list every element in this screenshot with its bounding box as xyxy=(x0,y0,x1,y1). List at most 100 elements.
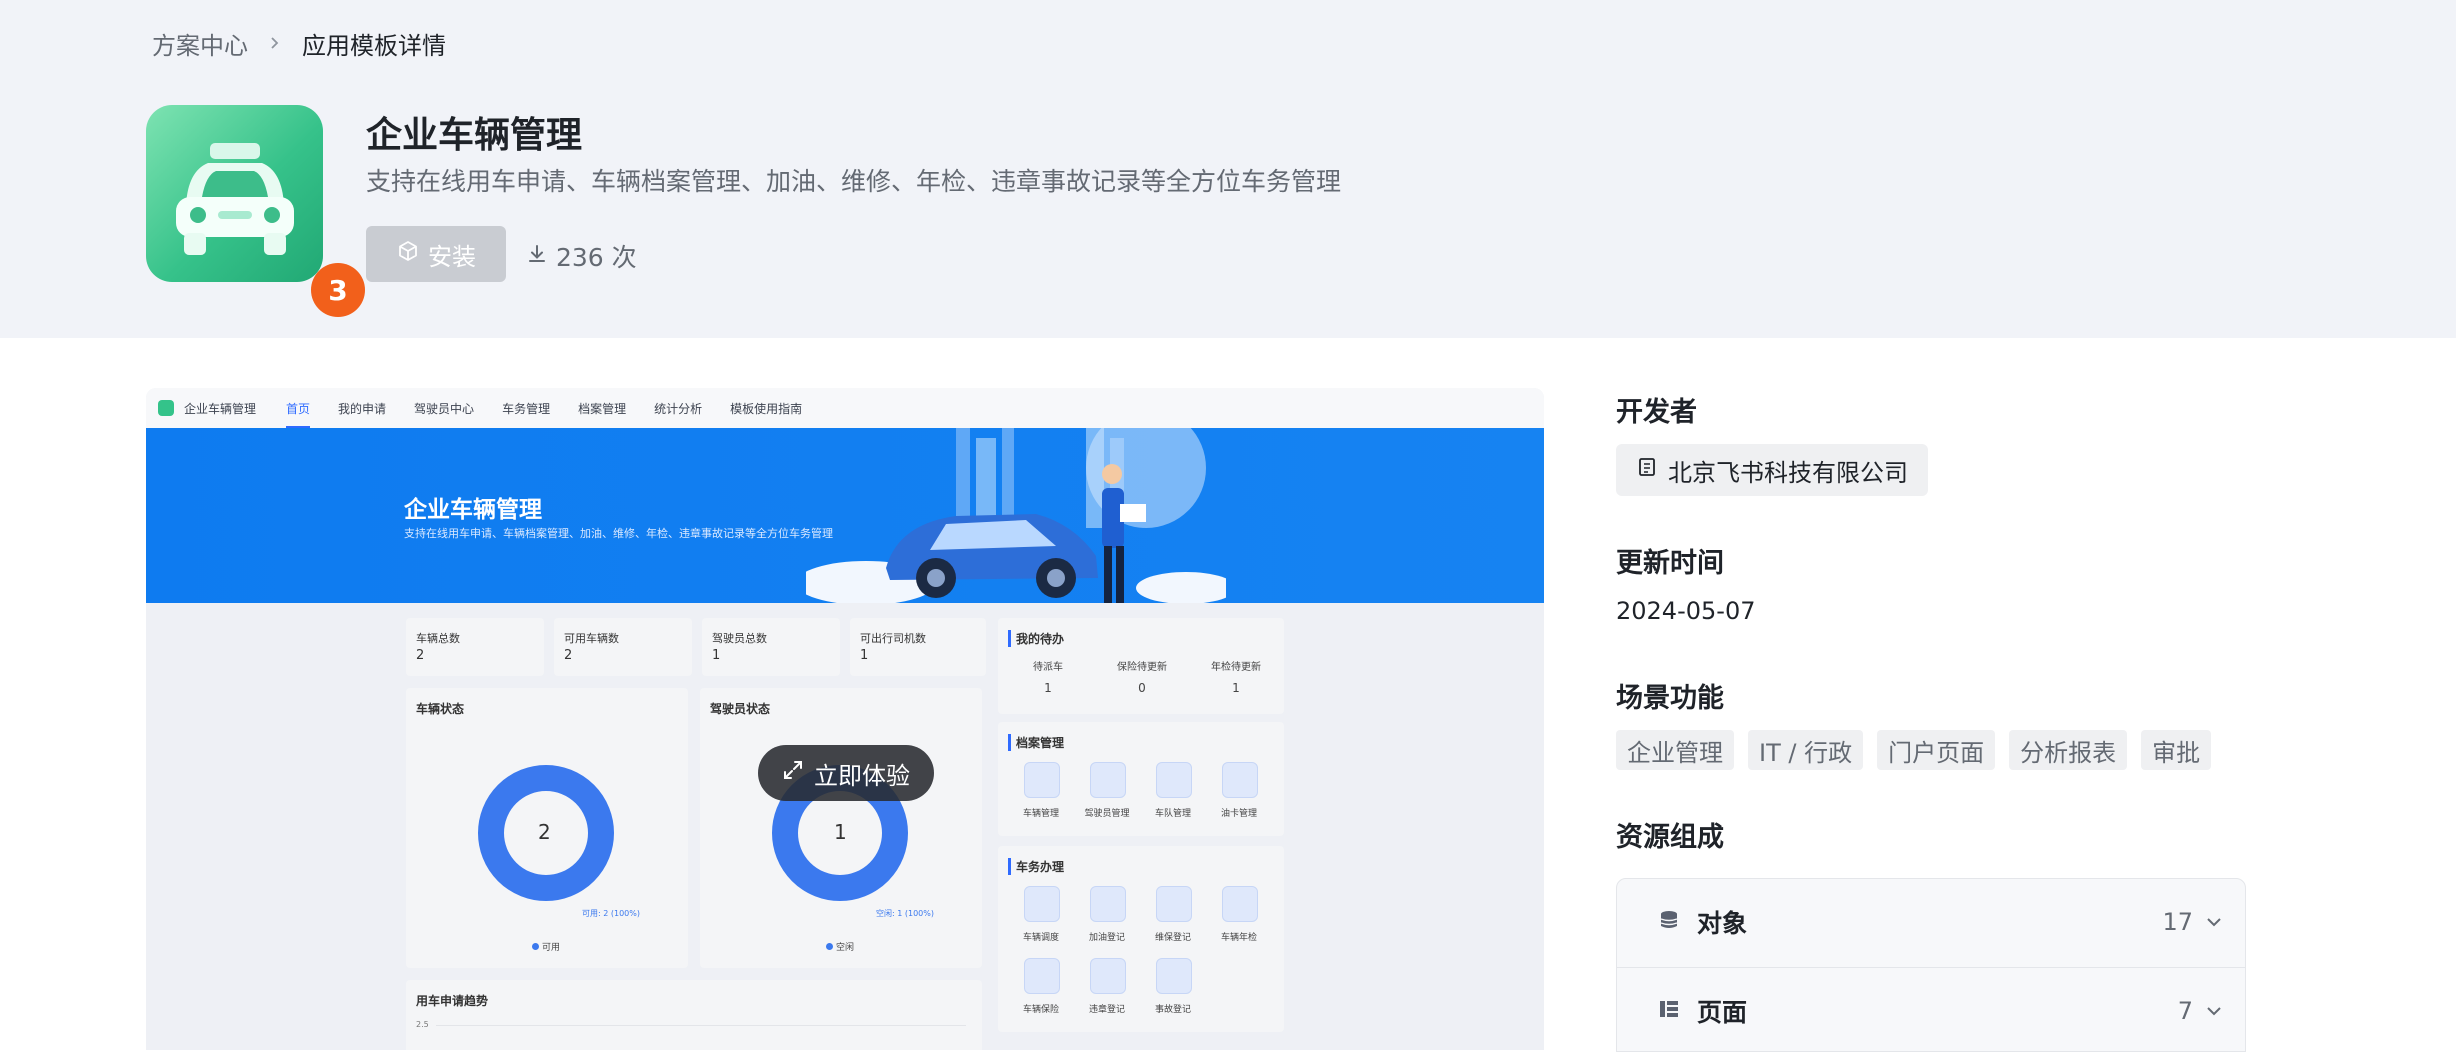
scene-tag[interactable]: 企业管理 xyxy=(1616,730,1734,770)
download-count-text: 236 次 xyxy=(556,243,637,272)
chevron-down-icon xyxy=(2205,913,2223,935)
stat-value: 2 xyxy=(416,648,425,663)
scene-tag[interactable]: 门户页面 xyxy=(1877,730,1996,770)
preview-nav-statistics: 统计分析 xyxy=(654,401,703,416)
maintenance-icon xyxy=(1156,886,1192,922)
affairs-label: 维保登记 xyxy=(1154,933,1191,943)
trend-card: 用车申请趋势 2.5 xyxy=(406,980,982,1050)
updated-date: 2024-05-07 xyxy=(1616,597,1756,625)
archive-label: 驾驶员管理 xyxy=(1084,809,1130,819)
driver-status-title: 驾驶员状态 xyxy=(710,702,771,716)
affairs-label: 加油登记 xyxy=(1088,933,1125,943)
scene-tag[interactable]: 审批 xyxy=(2141,730,2212,770)
chevron-down-icon xyxy=(2205,1002,2223,1024)
download-count: 236 次 xyxy=(526,238,637,274)
vehicle-status-legend: 可用 xyxy=(532,940,560,953)
resource-row-pages[interactable]: 页面 7 xyxy=(1617,968,2245,1051)
breadcrumb-parent[interactable]: 方案中心 xyxy=(152,26,248,61)
developer-heading: 开发者 xyxy=(1616,397,1697,428)
resource-name: 页面 xyxy=(1697,998,1748,1027)
scene-tags: 企业管理 IT / 行政 门户页面 分析报表 审批 xyxy=(1616,730,2212,770)
stat-value: 1 xyxy=(860,648,869,663)
preview-logo-icon xyxy=(158,400,174,416)
vehicle-status-card: 车辆状态 2 可用: 2 (100%) 可用 xyxy=(406,688,688,968)
affairs-label: 车辆调度 xyxy=(1022,933,1059,943)
preview-nav-guide: 模板使用指南 xyxy=(730,401,803,416)
resource-row-objects[interactable]: 对象 17 xyxy=(1617,879,2245,965)
vehicle-status-center: 2 xyxy=(538,820,551,844)
archive-label: 车辆管理 xyxy=(1022,809,1059,819)
template-preview[interactable]: 企业车辆管理 首页 我的申请 驾驶员中心 车务管理 档案管理 统计分析 模板使用… xyxy=(146,388,1544,1050)
database-icon xyxy=(1657,908,1681,936)
notification-badge[interactable]: 3 xyxy=(311,263,365,317)
try-now-label: 立即体验 xyxy=(814,761,910,790)
app-title: 企业车辆管理 xyxy=(366,115,583,156)
archive-label: 油卡管理 xyxy=(1220,809,1257,819)
breadcrumb: 方案中心 应用模板详情 xyxy=(152,26,446,61)
chevron-right-icon xyxy=(268,31,282,56)
affairs-label: 违章登记 xyxy=(1088,1005,1125,1015)
preview-nav-home: 首页 xyxy=(286,401,311,429)
scene-tag[interactable]: IT / 行政 xyxy=(1748,730,1864,770)
preview-nav-driver-center: 驾驶员中心 xyxy=(414,401,475,416)
resource-name: 对象 xyxy=(1697,909,1748,938)
stat-value: 1 xyxy=(712,648,721,663)
archive-label: 车队管理 xyxy=(1154,809,1191,819)
violation-icon xyxy=(1090,958,1126,994)
expand-icon xyxy=(782,759,804,787)
affairs-title: 车务办理 xyxy=(1008,858,1064,875)
accident-icon xyxy=(1156,958,1192,994)
preview-nav-archives: 档案管理 xyxy=(578,401,627,416)
try-now-button[interactable]: 立即体验 xyxy=(758,745,934,801)
todo-title: 我的待办 xyxy=(1008,630,1064,647)
banner-illustration xyxy=(806,428,1226,603)
driver-archive-icon xyxy=(1090,762,1126,798)
stat-label: 可用车辆数 xyxy=(564,632,619,645)
stat-label: 可出行司机数 xyxy=(860,632,926,645)
affairs-label: 车辆保险 xyxy=(1022,1005,1059,1015)
stat-value: 2 xyxy=(564,648,573,663)
preview-nav-vehicle-affairs: 车务管理 xyxy=(502,401,551,416)
developer-name: 北京飞书科技有限公司 xyxy=(1668,458,1908,487)
stat-label: 车辆总数 xyxy=(416,632,460,645)
developer-tag[interactable]: 北京飞书科技有限公司 xyxy=(1616,444,1928,496)
todo-item: 待派车 1 xyxy=(1033,662,1063,695)
stat-card: 可用车辆数 2 xyxy=(554,618,692,676)
preview-banner: 企业车辆管理 支持在线用车申请、车辆档案管理、加油、维修、年检、违章事故记录等全… xyxy=(146,428,1544,603)
archive-card: 档案管理 车辆管理 驾驶员管理 车队管理 油卡管理 xyxy=(998,722,1284,836)
driver-status-legend: 空闲 xyxy=(826,940,854,953)
trend-axis-label: 2.5 xyxy=(416,1020,429,1029)
stat-label: 驾驶员总数 xyxy=(712,632,767,645)
insurance-icon xyxy=(1024,958,1060,994)
archive-title: 档案管理 xyxy=(1008,734,1064,751)
todo-item: 保险待更新 0 xyxy=(1117,662,1167,695)
install-label: 安装 xyxy=(428,242,476,271)
fuel-icon xyxy=(1090,886,1126,922)
breadcrumb-current: 应用模板详情 xyxy=(302,32,446,60)
todo-card: 我的待办 待派车 1 保险待更新 0 年检待更新 1 xyxy=(998,618,1284,714)
resource-count: 17 xyxy=(2162,908,2193,936)
preview-nav-my-requests: 我的申请 xyxy=(338,401,387,416)
document-icon xyxy=(1636,456,1658,484)
driver-status-center: 1 xyxy=(834,820,847,844)
driver-status-callout: 空闲: 1 (100%) xyxy=(876,909,934,918)
vehicle-archive-icon xyxy=(1024,762,1060,798)
resource-count: 7 xyxy=(2177,997,2193,1025)
trend-title: 用车申请趋势 xyxy=(416,994,489,1008)
resources-panel: 对象 17 页面 7 xyxy=(1616,878,2246,1052)
cube-icon xyxy=(396,239,420,269)
todo-item: 年检待更新 1 xyxy=(1211,662,1261,695)
app-description: 支持在线用车申请、车辆档案管理、加油、维修、年检、违章事故记录等全方位车务管理 xyxy=(366,167,1342,196)
install-button[interactable]: 安装 xyxy=(366,226,506,282)
stat-card: 可出行司机数 1 xyxy=(850,618,986,676)
download-icon xyxy=(526,242,548,271)
stat-card: 车辆总数 2 xyxy=(406,618,544,676)
app-icon xyxy=(146,105,323,282)
vehicle-status-title: 车辆状态 xyxy=(416,702,465,716)
fuel-card-icon xyxy=(1222,762,1258,798)
stat-card: 驾驶员总数 1 xyxy=(702,618,840,676)
affairs-card: 车务办理 车辆调度 加油登记 维保登记 车辆年检 车辆保险 违章登记 事故登记 xyxy=(998,846,1284,1032)
scene-tag[interactable]: 分析报表 xyxy=(2009,730,2128,770)
layout-icon xyxy=(1657,997,1681,1025)
dispatch-icon xyxy=(1024,886,1060,922)
